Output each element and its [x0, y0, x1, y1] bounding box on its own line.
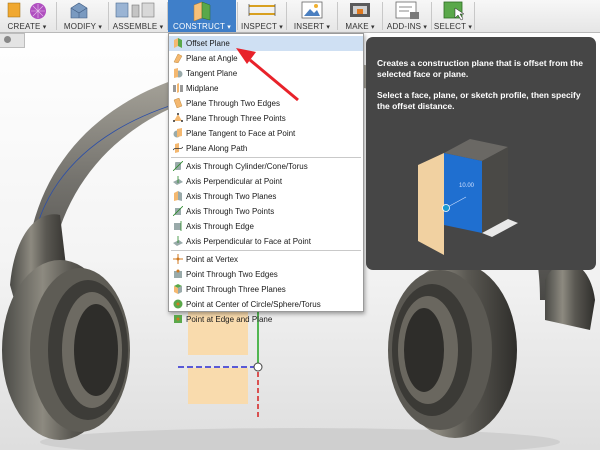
menu-item-label: Plane Through Three Points — [186, 114, 286, 123]
menu-item-axis-cylinder[interactable]: Axis Through Cylinder/Cone/Torus — [169, 159, 363, 174]
menu-item-label: Axis Perpendicular at Point — [186, 177, 283, 186]
menu-item-label: Point at Center of Circle/Sphere/Torus — [186, 300, 321, 309]
menu-divider — [171, 157, 361, 158]
menu-item-point-center-circle[interactable]: Point at Center of Circle/Sphere/Torus — [169, 297, 363, 312]
menu-item-axis-two-points[interactable]: Axis Through Two Points — [169, 204, 363, 219]
tangent-plane-icon — [174, 68, 183, 78]
assemble-icon — [115, 2, 155, 18]
toolbar: CREATE MODIFY ASSEMBLE — [0, 0, 600, 33]
midplane-icon — [173, 83, 183, 93]
menu-item-label: Offset Plane — [186, 39, 230, 48]
tooltip-panel: Creates a construction plane that is off… — [366, 37, 596, 270]
menu-item-point-vertex[interactable]: Point at Vertex — [169, 252, 363, 267]
offset-plane-icon — [174, 38, 182, 48]
addins-script-icon — [395, 1, 419, 19]
plane-at-angle-icon — [173, 53, 183, 63]
inspect-menu[interactable]: INSPECT — [239, 0, 285, 32]
menu-item-midplane[interactable]: Midplane — [169, 81, 363, 96]
menu-item-label: Tangent Plane — [186, 69, 238, 78]
menu-item-point-three-planes[interactable]: Point Through Three Planes — [169, 282, 363, 297]
plane-two-edges-icon — [173, 98, 183, 108]
construct-menu[interactable]: CONSTRUCT — [168, 0, 236, 32]
select-menu[interactable]: SELECT — [433, 0, 473, 32]
make-label: MAKE — [339, 22, 381, 31]
point-three-planes-icon — [174, 284, 182, 294]
menu-item-plane-at-angle[interactable]: Plane at Angle — [169, 51, 363, 66]
menu-item-label: Point Through Two Edges — [186, 270, 278, 279]
axis-perpendicular-point-icon — [173, 176, 183, 185]
menu-divider — [171, 250, 361, 251]
menu-item-label: Axis Perpendicular to Face at Point — [186, 237, 311, 246]
assemble-label: ASSEMBLE — [110, 22, 166, 31]
axis-cylinder-icon — [173, 161, 183, 171]
menu-item-label: Plane Along Path — [186, 144, 248, 153]
menu-item-tangent-plane[interactable]: Tangent Plane — [169, 66, 363, 81]
menu-item-label: Midplane — [186, 84, 219, 93]
make-printer-icon — [350, 3, 370, 17]
menu-item-plane-along-path[interactable]: Plane Along Path — [169, 141, 363, 156]
point-edge-plane-icon — [174, 315, 182, 323]
menu-item-label: Plane Tangent to Face at Point — [186, 129, 296, 138]
menu-item-label: Plane Through Two Edges — [186, 99, 280, 108]
menu-item-point-two-edges[interactable]: Point Through Two Edges — [169, 267, 363, 282]
menu-item-point-edge-plane[interactable]: Point at Edge and Plane — [169, 312, 363, 327]
construct-label: CONSTRUCT — [168, 22, 236, 31]
plane-three-points-icon — [173, 113, 183, 122]
assemble-menu[interactable]: ASSEMBLE — [110, 0, 166, 32]
browser-toggle-button[interactable] — [0, 33, 25, 48]
axis-two-planes-icon — [174, 191, 182, 201]
modify-icon — [70, 2, 88, 19]
menu-item-label: Point at Edge and Plane — [186, 315, 273, 324]
insert-menu[interactable]: INSERT — [288, 0, 336, 32]
menu-item-label: Axis Through Cylinder/Cone/Torus — [186, 162, 308, 171]
menu-item-label: Point at Vertex — [186, 255, 239, 264]
create-label: CREATE — [0, 22, 54, 31]
menu-item-label: Axis Through Two Points — [186, 207, 275, 216]
menu-item-label: Axis Through Two Planes — [186, 192, 277, 201]
create-icon — [7, 2, 46, 19]
menu-item-plane-three-points[interactable]: Plane Through Three Points — [169, 111, 363, 126]
plane-along-path-icon — [173, 143, 183, 153]
modify-menu[interactable]: MODIFY — [58, 0, 108, 32]
offset-value-label: 10.00 — [459, 183, 475, 189]
menu-item-label: Point Through Three Planes — [186, 285, 286, 294]
select-label: SELECT — [433, 22, 473, 31]
construct-icon — [193, 1, 211, 22]
plane-tangent-face-icon — [173, 128, 182, 138]
point-two-edges-icon — [174, 269, 182, 278]
menu-item-axis-two-planes[interactable]: Axis Through Two Planes — [169, 189, 363, 204]
modify-label: MODIFY — [58, 22, 108, 31]
menu-item-label: Plane at Angle — [186, 54, 238, 63]
menu-item-axis-perpendicular-face[interactable]: Axis Perpendicular to Face at Point — [169, 234, 363, 249]
menu-item-label: Axis Through Edge — [186, 222, 254, 231]
axis-perpendicular-face-icon — [173, 236, 183, 246]
menu-item-axis-edge[interactable]: Axis Through Edge — [169, 219, 363, 234]
make-menu[interactable]: MAKE — [339, 0, 381, 32]
create-menu[interactable]: CREATE — [0, 0, 54, 32]
point-vertex-icon — [173, 254, 183, 264]
dot-icon — [4, 36, 11, 43]
addins-menu[interactable]: ADD-INS — [384, 0, 430, 32]
inspect-icon — [248, 4, 276, 16]
point-center-circle-icon — [173, 299, 183, 309]
menu-item-axis-perpendicular-point[interactable]: Axis Perpendicular at Point — [169, 174, 363, 189]
axis-two-points-icon — [173, 206, 183, 216]
menu-item-plane-tangent-face[interactable]: Plane Tangent to Face at Point — [169, 126, 363, 141]
insert-image-icon — [301, 1, 323, 19]
insert-label: INSERT — [288, 22, 336, 31]
menu-item-offset-plane[interactable]: Offset Plane — [169, 36, 363, 51]
offset-plane-illustration: 10.00 — [418, 139, 518, 255]
menu-item-plane-two-edges[interactable]: Plane Through Two Edges — [169, 96, 363, 111]
inspect-label: INSPECT — [239, 22, 285, 31]
addins-label: ADD-INS — [384, 22, 430, 31]
select-icon — [443, 1, 465, 21]
axis-edge-icon — [174, 221, 182, 231]
construct-dropdown: × Offset Plane Plane at Angle Tangent Pl… — [168, 33, 364, 324]
